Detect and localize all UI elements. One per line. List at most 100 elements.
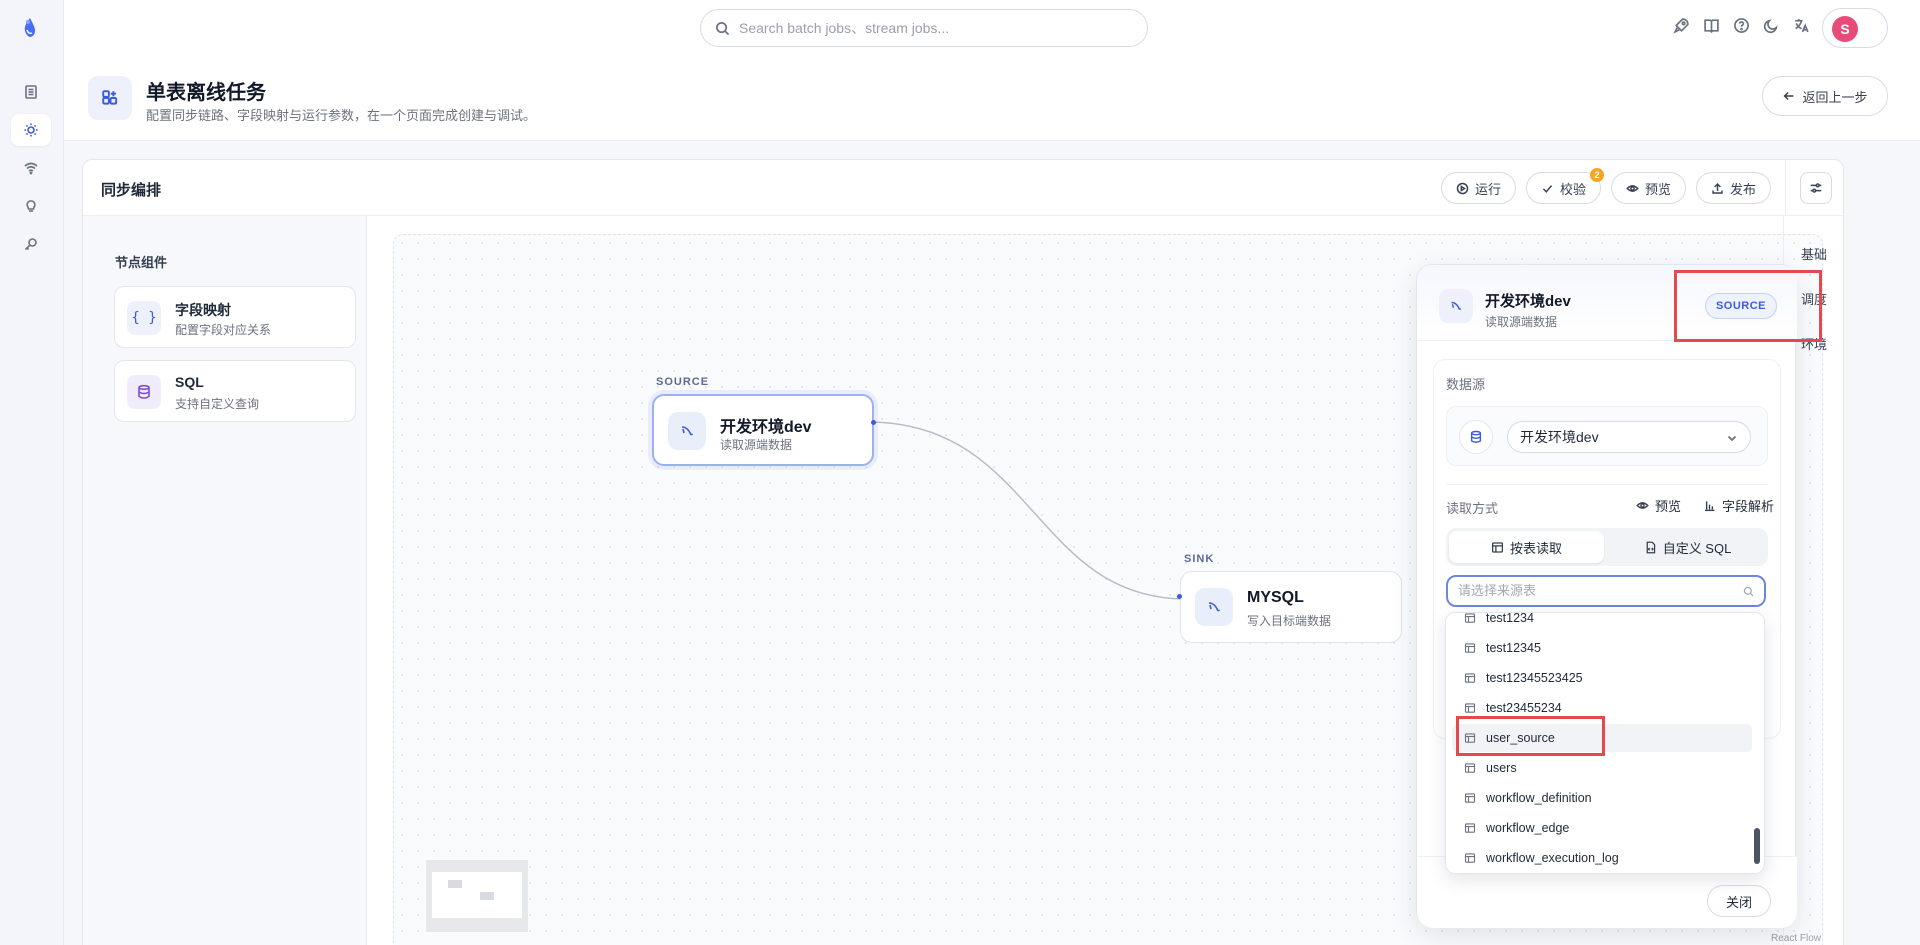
- panel-subtitle: 读取源端数据: [1485, 315, 1558, 329]
- eye-icon: [1626, 184, 1639, 192]
- language-button[interactable]: [1792, 16, 1810, 34]
- minimap-viewport: [432, 872, 522, 918]
- help-icon: [1733, 17, 1749, 33]
- file-code-icon: [1646, 541, 1655, 553]
- mode-custom-sql-label: 自定义 SQL: [1662, 540, 1732, 556]
- grid-plus-icon: [102, 90, 118, 105]
- back-button[interactable]: 返回上一步: [1762, 76, 1888, 116]
- highlight-box-source-badge: [1674, 270, 1822, 342]
- tab-basic[interactable]: 基础: [1784, 244, 1843, 263]
- sink-node[interactable]: MYSQL 写入目标端数据: [1177, 571, 1402, 643]
- mode-custom-sql[interactable]: 自定义 SQL: [1610, 531, 1765, 563]
- preview-button[interactable]: 预览: [1610, 172, 1686, 204]
- field-parse-label: 字段解析: [1721, 499, 1774, 514]
- datasource-select[interactable]: 开发环境dev: [1507, 421, 1751, 453]
- flow-edge[interactable]: [867, 421, 1187, 600]
- table-option[interactable]: test1234: [1452, 613, 1752, 632]
- dolphin-icon: [681, 426, 693, 436]
- source-table-input[interactable]: [1458, 583, 1738, 598]
- datasource-value: 开发环境dev: [1520, 429, 1599, 445]
- table-option[interactable]: workflow_execution_log: [1452, 844, 1752, 872]
- help-button[interactable]: [1732, 16, 1750, 34]
- validate-badge: 2: [1589, 168, 1604, 182]
- nav-streams[interactable]: [11, 152, 51, 184]
- validate-button[interactable]: 校验 2: [1525, 168, 1604, 204]
- theme-button[interactable]: [1762, 16, 1780, 34]
- component-palette: 节点组件 { } 字段映射 配置字段对应关系 SQL 支持自定义查询: [83, 216, 367, 945]
- table-icon: [1464, 703, 1476, 713]
- database-icon: [138, 384, 150, 399]
- node-desc: 读取源端数据: [720, 438, 793, 452]
- mysql-icon: [1439, 289, 1473, 323]
- target-handle[interactable]: [1177, 594, 1182, 599]
- table-option-label: workflow_definition: [1486, 791, 1592, 805]
- section-divider: [1446, 484, 1768, 485]
- page-title: 单表离线任务: [146, 82, 266, 104]
- docs-button[interactable]: [1702, 16, 1720, 34]
- search-icon: [716, 21, 730, 35]
- settings-button[interactable]: [1799, 172, 1832, 204]
- read-mode-label: 读取方式: [1446, 501, 1499, 516]
- play-circle-icon: [1456, 182, 1469, 194]
- nav-search-keys[interactable]: [11, 228, 51, 260]
- sql-component-icon: [127, 375, 161, 409]
- page-icon: [88, 76, 132, 120]
- bar-chart-icon: [1705, 501, 1715, 512]
- page-subtitle: 配置同步链路、字段映射与运行参数，在一个页面完成创建与调试。: [146, 108, 537, 123]
- mode-by-table[interactable]: 按表读取: [1449, 531, 1604, 563]
- close-button[interactable]: 关闭: [1707, 885, 1771, 917]
- component-desc: 配置字段对应关系: [175, 323, 272, 337]
- table-option[interactable]: test12345: [1452, 634, 1752, 662]
- chevron-down-icon: [1726, 431, 1738, 443]
- table-option-label: test23455234: [1486, 701, 1562, 715]
- card-title: 同步编排: [101, 182, 162, 199]
- table-option[interactable]: users: [1452, 754, 1752, 782]
- database-icon: [1459, 420, 1493, 454]
- user-menu[interactable]: S: [1822, 8, 1888, 48]
- table-option-label: workflow_edge: [1486, 821, 1570, 835]
- run-label: 运行: [1474, 181, 1501, 197]
- rocket-button[interactable]: [1672, 16, 1690, 34]
- nav-ideas[interactable]: [11, 190, 51, 222]
- left-rail: [0, 0, 64, 945]
- nav-tasks[interactable]: [11, 114, 51, 146]
- translate-icon: [1794, 18, 1809, 32]
- book-icon: [1703, 18, 1719, 33]
- source-node[interactable]: 开发环境dev 读取源端数据: [652, 394, 876, 466]
- upload-icon: [1712, 182, 1723, 194]
- minimap-node: [448, 880, 462, 888]
- nav-documents[interactable]: [11, 76, 51, 108]
- global-search[interactable]: [700, 9, 1148, 47]
- table-option[interactable]: workflow_edge: [1452, 814, 1752, 842]
- top-icon-group: [1672, 16, 1810, 34]
- rocket-icon: [1672, 17, 1689, 34]
- field-parse-button[interactable]: 字段解析: [1703, 496, 1774, 515]
- table-icon: [1464, 613, 1476, 623]
- table-option[interactable]: test12345523425: [1452, 664, 1752, 692]
- search-icon: [1743, 586, 1754, 597]
- source-handle[interactable]: [871, 420, 876, 425]
- source-tag: SOURCE: [656, 376, 710, 388]
- logo-icon[interactable]: [18, 16, 42, 40]
- table-option[interactable]: workflow_definition: [1452, 784, 1752, 812]
- table-icon: [1491, 541, 1504, 553]
- source-table-select[interactable]: [1446, 575, 1766, 607]
- component-field-mapping[interactable]: { } 字段映射 配置字段对应关系: [114, 286, 356, 348]
- publish-label: 发布: [1729, 181, 1756, 197]
- avatar: S: [1832, 16, 1858, 42]
- table-icon: [1464, 853, 1476, 863]
- key-search-icon: [24, 238, 37, 251]
- publish-button[interactable]: 发布: [1695, 172, 1771, 204]
- component-sql[interactable]: SQL 支持自定义查询: [114, 360, 356, 422]
- component-name: SQL: [175, 374, 204, 390]
- search-input[interactable]: [739, 20, 1119, 36]
- validate-label: 校验: [1559, 181, 1586, 197]
- minimap[interactable]: [426, 860, 528, 932]
- preview-data-label: 预览: [1654, 499, 1681, 514]
- dropdown-scrollbar[interactable]: [1754, 828, 1760, 864]
- preview-data-button[interactable]: 预览: [1636, 496, 1681, 515]
- run-button[interactable]: 运行: [1440, 172, 1516, 204]
- back-button-label: 返回上一步: [1802, 89, 1868, 105]
- lightbulb-icon: [26, 200, 36, 212]
- sun-icon: [24, 123, 38, 137]
